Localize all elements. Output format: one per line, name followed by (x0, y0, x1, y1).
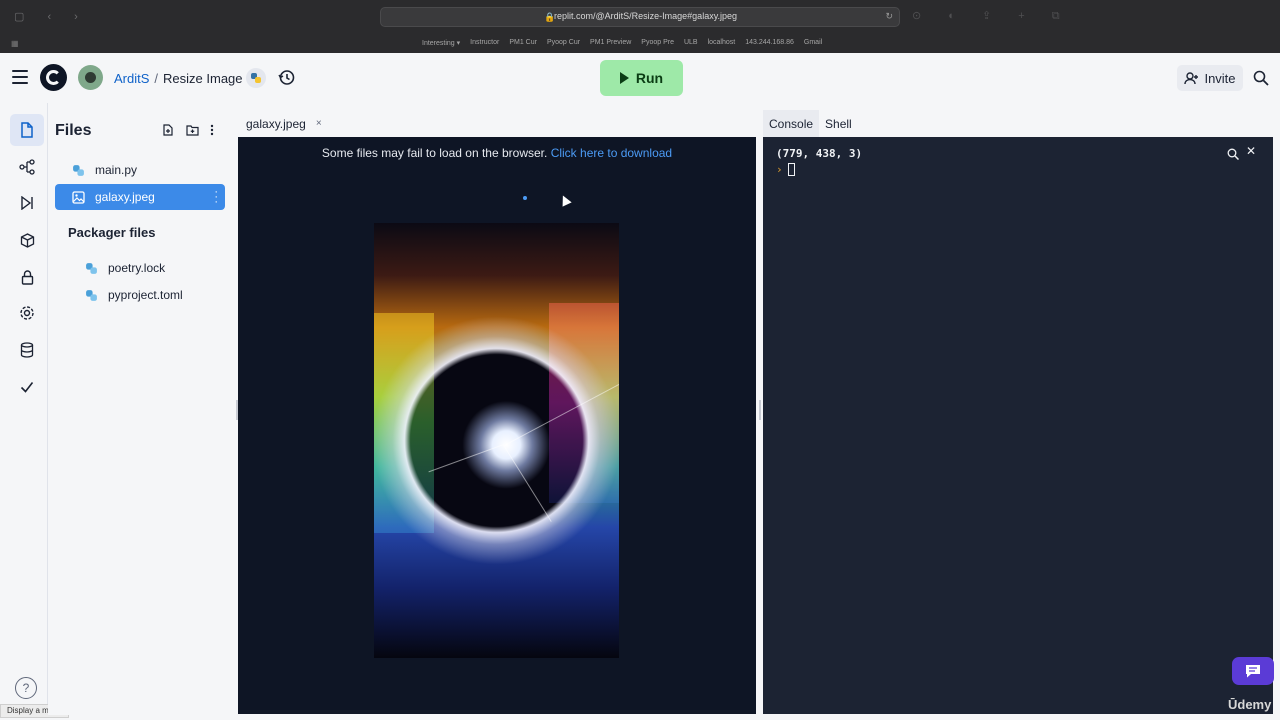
python-icon (85, 262, 98, 275)
udemy-watermark: Ūdemy (1228, 697, 1272, 712)
console-cursor (788, 163, 795, 176)
add-user-icon (1184, 71, 1199, 84)
url-text: replit.com/@ArditS/Resize-Image#galaxy.j… (554, 11, 738, 21)
loading-dot (523, 196, 527, 200)
tool-rail (0, 103, 48, 715)
editor-tabs: galaxy.jpeg × (238, 110, 756, 137)
close-tab-icon[interactable]: × (316, 118, 322, 129)
address-bar[interactable]: 🔒 replit.com/@ArditS/Resize-Image#galaxy… (380, 7, 900, 27)
bookmark-item[interactable]: Pyoop Pre (641, 39, 674, 47)
bookmarks-bar: ▦ Interesting ▾ Instructor PM1 Cur Pyoop Cu… (0, 36, 1280, 53)
menu-icon[interactable] (12, 70, 28, 84)
file-item-poetry-lock[interactable]: poetry.lock (68, 255, 225, 281)
galaxy-image (374, 223, 619, 658)
search-icon[interactable] (1253, 70, 1269, 86)
bookmark-item[interactable]: 143.244.168.86 (745, 39, 794, 47)
console-output: (779, 438, 3) (776, 147, 863, 160)
python-icon (72, 164, 85, 177)
bookmark-item[interactable]: Instructor (470, 39, 499, 47)
play-icon (619, 72, 629, 84)
repl-name[interactable]: Resize Image (163, 71, 242, 86)
secrets-lock-icon[interactable] (10, 261, 44, 293)
file-menu-icon[interactable]: · · · (214, 187, 218, 208)
new-file-icon[interactable] (162, 123, 174, 136)
python-icon[interactable] (246, 68, 266, 88)
tab-shell[interactable]: Shell (819, 110, 858, 137)
more-options-icon[interactable] (210, 123, 222, 136)
new-folder-icon[interactable] (186, 123, 199, 136)
files-title: Files (55, 122, 92, 139)
file-name: galaxy.jpeg (95, 190, 155, 204)
history-icon[interactable] (278, 69, 295, 86)
file-name: poetry.lock (108, 261, 166, 275)
resize-handle[interactable] (759, 400, 761, 420)
packager-files-title: Packager files (68, 225, 156, 240)
database-icon[interactable] (10, 334, 44, 366)
search-icon[interactable] (1227, 147, 1240, 161)
files-tool-icon[interactable] (10, 114, 44, 146)
mouse-cursor-icon (558, 193, 572, 207)
bookmark-item[interactable]: Gmail (804, 39, 822, 47)
file-item-main-py[interactable]: main.py (55, 157, 225, 183)
reload-icon[interactable]: ↻ (885, 11, 893, 22)
bookmark-item[interactable]: ULB (684, 39, 698, 47)
files-actions (162, 123, 222, 136)
file-item-galaxy-jpeg[interactable]: galaxy.jpeg · · · (55, 184, 225, 210)
breadcrumb-user-link[interactable]: ArditS (114, 71, 149, 86)
run-label: Run (635, 70, 664, 86)
tab-label: galaxy.jpeg (246, 116, 306, 131)
run-button[interactable]: Run (600, 60, 683, 96)
debugger-icon[interactable] (10, 187, 44, 219)
files-panel: Files main.py galaxy.jpeg · · · Packager f… (48, 103, 233, 715)
checkmark-icon[interactable] (10, 371, 44, 403)
bookmark-item[interactable]: Interesting ▾ (422, 39, 460, 47)
browser-toolbar-icons[interactable]: ⊙ ◐ ⇪ + ⧉ (912, 9, 1072, 23)
grid-icon[interactable]: ▦ (11, 39, 19, 48)
app-header: ArditS / Resize Image Run Invite (0, 53, 1280, 103)
breadcrumb-separator: / (154, 71, 159, 86)
console-tabs: Console Shell (763, 110, 1273, 137)
avatar[interactable] (78, 65, 103, 90)
invite-label: Invite (1204, 70, 1236, 86)
chat-icon[interactable] (1232, 657, 1274, 685)
bookmark-item[interactable]: Pyoop Cur (547, 39, 580, 47)
notice-text: Some files may fail to load on the brows… (321, 146, 548, 160)
console-panel[interactable]: (779, 438, 3) › ✕ (763, 137, 1273, 714)
tab-console[interactable]: Console (763, 110, 820, 137)
git-branch-icon[interactable] (10, 151, 44, 183)
breadcrumb: ArditS / Resize Image (114, 71, 243, 86)
replit-logo[interactable] (40, 64, 67, 91)
tab-galaxy-jpeg[interactable]: galaxy.jpeg × (238, 110, 330, 137)
bookmark-list: Interesting ▾ Instructor PM1 Cur Pyoop Cur P… (422, 39, 822, 47)
console-prompt: › (776, 163, 783, 176)
image-viewer: Some files may fail to load on the brows… (238, 137, 756, 714)
python-icon (85, 289, 98, 302)
help-icon[interactable]: ? (15, 677, 37, 699)
close-icon[interactable]: ✕ (1246, 144, 1256, 158)
file-name: pyproject.toml (108, 288, 183, 302)
bookmark-item[interactable]: PM1 Cur (509, 39, 537, 47)
file-name: main.py (95, 163, 138, 177)
settings-gear-icon[interactable] (10, 297, 44, 329)
invite-button[interactable]: Invite (1177, 65, 1243, 91)
image-icon (72, 190, 85, 204)
packages-icon[interactable] (10, 224, 44, 256)
load-notice: Some files may fail to load on the brows… (238, 146, 756, 160)
download-link[interactable]: Click here to download (551, 146, 672, 160)
bookmark-item[interactable]: PM1 Preview (590, 39, 631, 47)
browser-chrome: ▢ ‹ › 🔒 replit.com/@ArditS/Resize-Image#… (0, 0, 1280, 53)
file-item-pyproject-toml[interactable]: pyproject.toml (68, 282, 225, 308)
bookmark-item[interactable]: localhost (708, 39, 736, 47)
window-controls[interactable]: ▢ ‹ › (14, 10, 88, 23)
